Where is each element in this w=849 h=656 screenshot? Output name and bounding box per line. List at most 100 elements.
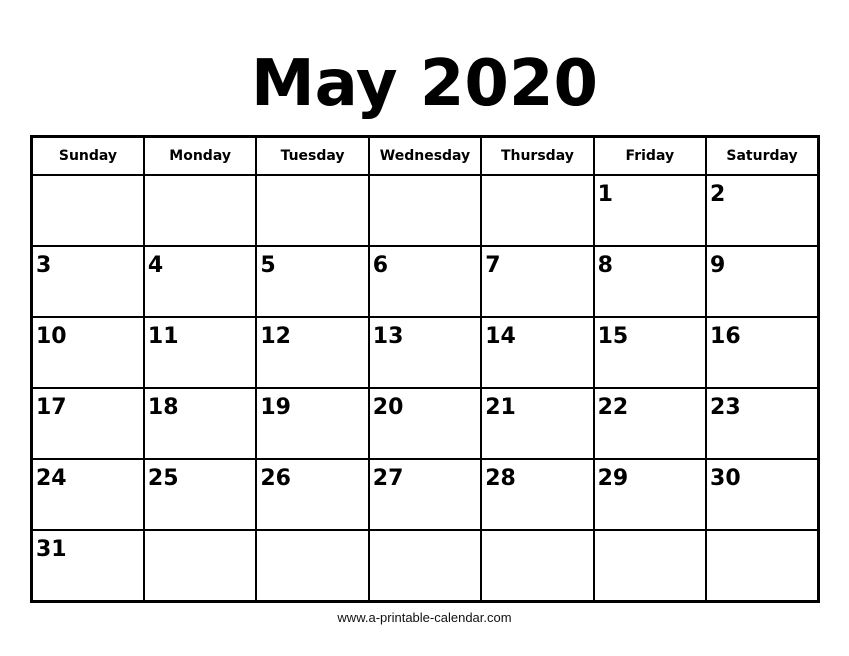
weekday-thursday: Thursday <box>480 135 595 176</box>
weekday-tuesday: Tuesday <box>255 135 370 176</box>
day-cell <box>30 174 145 247</box>
day-number: 10 <box>36 324 67 349</box>
week-row: 17 18 19 20 21 22 23 <box>30 387 820 460</box>
day-cell: 11 <box>142 316 258 389</box>
day-number <box>33 176 143 182</box>
day-number: 25 <box>147 466 179 491</box>
day-cell: 7 <box>480 245 595 318</box>
day-cell: 28 <box>480 458 595 531</box>
day-number <box>370 176 480 182</box>
day-cell: 5 <box>255 245 370 318</box>
day-number: 9 <box>710 253 726 278</box>
day-number: 31 <box>36 537 67 562</box>
day-number: 12 <box>260 324 291 349</box>
day-number: 18 <box>147 395 179 420</box>
day-cell: 14 <box>480 316 595 389</box>
day-number: 24 <box>36 466 67 491</box>
day-cell: 4 <box>142 245 258 318</box>
day-cell: 9 <box>705 245 820 318</box>
day-number: 14 <box>485 324 516 349</box>
day-number: 20 <box>372 395 404 420</box>
day-cell: 26 <box>255 458 370 531</box>
weekday-monday: Monday <box>142 135 258 176</box>
weekday-saturday: Saturday <box>705 135 820 176</box>
day-number: 19 <box>260 395 291 420</box>
day-number: 17 <box>36 395 67 420</box>
day-number <box>370 531 480 537</box>
day-cell <box>142 529 258 603</box>
week-row: 24 25 26 27 28 29 30 <box>30 458 820 531</box>
day-cell: 20 <box>367 387 483 460</box>
weekday-header-row: Sunday Monday Tuesday Wednesday Thursday… <box>30 135 820 176</box>
week-row: 3 4 5 6 7 8 9 <box>30 245 820 318</box>
day-cell <box>367 529 483 603</box>
day-number: 3 <box>36 253 52 278</box>
day-number: 16 <box>710 324 741 349</box>
day-cell: 10 <box>30 316 145 389</box>
day-cell: 29 <box>592 458 708 531</box>
day-number <box>257 176 367 182</box>
day-cell <box>592 529 708 603</box>
day-cell: 24 <box>30 458 145 531</box>
day-cell: 1 <box>592 174 708 247</box>
day-cell: 6 <box>367 245 483 318</box>
day-number: 2 <box>710 182 726 207</box>
day-cell <box>705 529 820 603</box>
day-number <box>482 531 592 537</box>
day-number: 4 <box>147 253 164 278</box>
day-number: 8 <box>597 253 613 278</box>
day-number: 11 <box>147 324 179 349</box>
day-number: 15 <box>597 324 629 349</box>
day-cell: 16 <box>705 316 820 389</box>
day-number: 29 <box>597 466 629 491</box>
day-number: 26 <box>260 466 291 491</box>
day-cell <box>480 174 595 247</box>
day-cell: 8 <box>592 245 708 318</box>
day-number: 7 <box>485 253 501 278</box>
day-cell <box>142 174 258 247</box>
day-number <box>257 531 367 537</box>
day-cell <box>255 174 370 247</box>
day-cell: 15 <box>592 316 708 389</box>
calendar-grid: Sunday Monday Tuesday Wednesday Thursday… <box>30 135 820 603</box>
week-row: 10 11 12 13 14 15 16 <box>30 316 820 389</box>
day-cell: 18 <box>142 387 258 460</box>
day-number: 6 <box>372 253 389 278</box>
calendar-title: May 2020 <box>250 47 599 121</box>
day-cell: 23 <box>705 387 820 460</box>
day-cell: 2 <box>705 174 820 247</box>
day-number: 22 <box>597 395 629 420</box>
day-cell: 13 <box>367 316 483 389</box>
weekday-wednesday: Wednesday <box>367 135 483 176</box>
day-number: 23 <box>710 395 741 420</box>
day-cell <box>367 174 483 247</box>
day-number <box>707 531 817 537</box>
day-cell: 22 <box>592 387 708 460</box>
footer-website: www.a-printable-calendar.com <box>337 610 512 625</box>
day-number: 1 <box>597 182 613 207</box>
day-cell: 25 <box>142 458 258 531</box>
day-cell: 27 <box>367 458 483 531</box>
day-number: 13 <box>372 324 404 349</box>
day-cell: 21 <box>480 387 595 460</box>
day-cell: 3 <box>30 245 145 318</box>
day-cell: 17 <box>30 387 145 460</box>
day-number: 5 <box>260 253 276 278</box>
day-cell: 30 <box>705 458 820 531</box>
day-number: 21 <box>485 395 516 420</box>
day-number <box>595 531 705 537</box>
day-cell: 19 <box>255 387 370 460</box>
day-cell <box>480 529 595 603</box>
day-number <box>145 531 255 537</box>
day-number: 27 <box>372 466 404 491</box>
day-cell <box>255 529 370 603</box>
day-number: 28 <box>485 466 516 491</box>
day-number <box>482 176 592 182</box>
day-cell: 12 <box>255 316 370 389</box>
week-row: 31 <box>30 529 820 603</box>
weekday-friday: Friday <box>592 135 708 176</box>
day-number: 30 <box>710 466 741 491</box>
day-cell: 31 <box>30 529 145 603</box>
weekday-sunday: Sunday <box>30 135 145 176</box>
day-number <box>145 176 255 182</box>
